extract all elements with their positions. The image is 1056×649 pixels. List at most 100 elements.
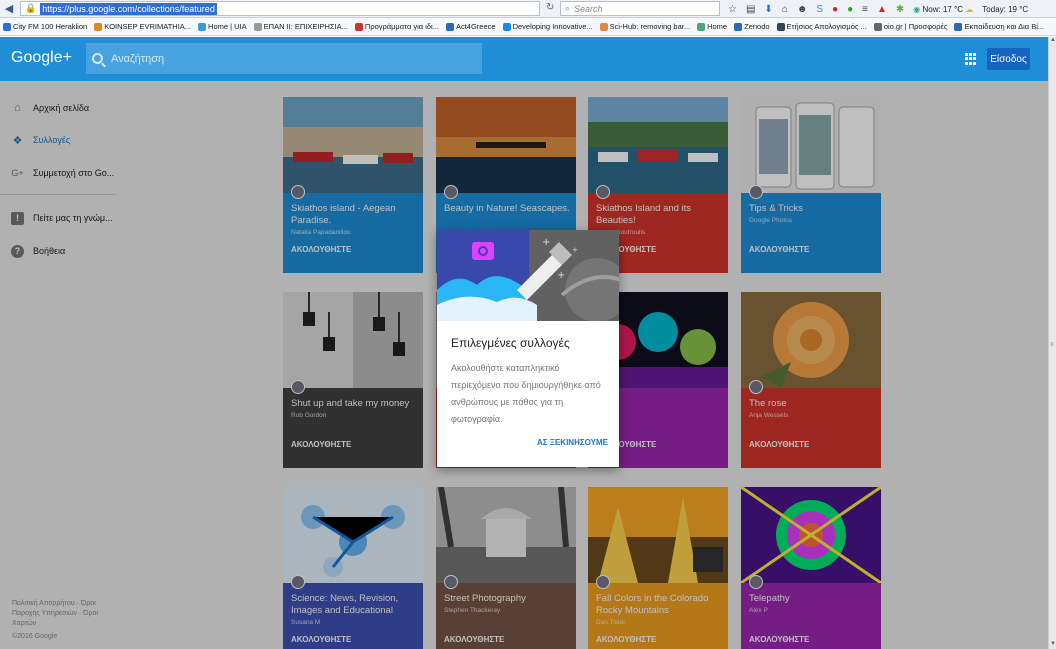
home-icon[interactable]: ⌂ [782, 4, 788, 15]
follow-button[interactable]: ΑΚΟΛΟΥΘΗΣΤΕ [291, 635, 351, 644]
scroll-grip-icon[interactable]: ≡ [1050, 342, 1054, 348]
bookmark-item[interactable]: Sci-Hub: removing bar... [599, 22, 690, 31]
page-scrollbar[interactable]: ▲ ≡ ▼ [1048, 37, 1056, 649]
collection-title[interactable]: Skiathos island - Aegean Paradise. [291, 203, 417, 227]
collection-cover-image[interactable] [741, 292, 881, 388]
collection-card[interactable]: Science: News, Revision, Images and Educ… [283, 487, 423, 649]
warning-icon[interactable]: ▲ [877, 4, 887, 15]
collection-card-body: Street Photography Stephen Thackeray ΑΚΟΛΟ… [436, 583, 576, 649]
bookmark-item[interactable]: City FM 100 Heraklion [3, 22, 87, 31]
search-box[interactable] [86, 43, 482, 74]
collection-cover-image[interactable] [436, 97, 576, 193]
url-bar[interactable]: 🔒 https://plus.google.com/collections/fe… [20, 1, 540, 16]
sidebar-item-collections[interactable]: ❖ Συλλογές [0, 125, 118, 155]
browser-search-bar[interactable]: ⌕ Search [560, 1, 720, 16]
bookmark-item[interactable]: Ετήσιος Απολογισμός ... [776, 22, 867, 31]
footer-legal-links[interactable]: Πολιτική Απορρήτου · Όροι Παροχής Υπηρεσ… [12, 599, 112, 629]
collection-card[interactable]: Tips & Tricks Google Photos ΑΚΟΛΟΥΘΗΣΤΕ [741, 97, 881, 273]
collection-author[interactable]: Alex P [749, 607, 768, 614]
collection-title[interactable]: Science: News, Revision, Images and Educ… [291, 593, 417, 617]
chat-icon[interactable]: ☻ [797, 4, 808, 15]
avatar[interactable] [596, 575, 610, 589]
collection-author[interactable]: Natalia Papadaniilou [291, 229, 351, 236]
collection-title[interactable]: Skiathos Island and its Beauties! [596, 203, 722, 227]
bookmark-item[interactable]: Act4Greece [445, 22, 496, 31]
follow-button[interactable]: ΑΚΟΛΟΥΘΗΣΤΕ [291, 245, 351, 254]
puzzle-icon[interactable]: ✱ [896, 4, 904, 15]
signin-button[interactable]: Είσοδος [987, 48, 1030, 70]
collection-author[interactable]: Google Photos [749, 217, 792, 224]
follow-button[interactable]: ΑΚΟΛΟΥΘΗΣΤΕ [291, 440, 351, 449]
collection-cover-image[interactable] [588, 487, 728, 583]
collection-author[interactable]: Dan Tisler [596, 619, 625, 626]
google-plus-logo[interactable]: Google+ [11, 49, 72, 67]
collection-title[interactable]: Fall Colors in the Colorado Rocky Mounta… [596, 593, 722, 617]
avatar[interactable] [749, 380, 763, 394]
collection-cover-image[interactable] [741, 487, 881, 583]
collection-cover-image[interactable] [588, 97, 728, 193]
sidebar-item-help[interactable]: ? Βοήθεια [0, 236, 118, 266]
clipboard-icon[interactable]: ▤ [746, 4, 755, 15]
bookmark-item[interactable]: Εκπαίδευση και Δια Βί... [954, 22, 1044, 31]
skype-icon[interactable]: S [816, 4, 823, 15]
get-started-button[interactable]: ΑΣ ΞΕΚΙΝΗΣΟΥΜΕ [537, 438, 608, 447]
sidebar-item-join[interactable]: G+ Συμμετοχή στο Go... [0, 158, 118, 188]
collection-title[interactable]: Shut up and take my money [291, 398, 417, 410]
avatar[interactable] [291, 380, 305, 394]
avatar[interactable] [291, 185, 305, 199]
reload-icon[interactable]: ↻ [546, 2, 554, 13]
bookmark-item[interactable]: Developing Innovative... [502, 22, 593, 31]
collection-card[interactable]: Street Photography Stephen Thackeray ΑΚΟΛΟ… [436, 487, 576, 649]
collection-card[interactable]: The rose Anja Wessels ΑΚΟΛΟΥΘΗΣΤΕ [741, 292, 881, 468]
collection-cover-image[interactable] [283, 292, 423, 388]
collection-title[interactable]: Telepathy [749, 593, 875, 605]
bookmark-item[interactable]: Home [697, 22, 727, 31]
extension-icon[interactable]: ● [847, 4, 853, 15]
collection-card[interactable]: Shut up and take my money Rob Gordon ΑΚΟΛΟ… [283, 292, 423, 468]
avatar[interactable] [749, 575, 763, 589]
bookmark-favicon-icon [873, 22, 882, 31]
avatar[interactable] [444, 575, 458, 589]
collection-card[interactable]: Telepathy Alex P ΑΚΟΛΟΥΘΗΣΤΕ [741, 487, 881, 649]
follow-button[interactable]: ΑΚΟΛΟΥΘΗΣΤΕ [444, 635, 504, 644]
collection-card[interactable]: Skiathos island - Aegean Paradise. Natali… [283, 97, 423, 273]
star-icon[interactable]: ☆ [728, 4, 737, 15]
collection-cover-image[interactable] [436, 487, 576, 583]
collection-author[interactable]: Susana M [291, 619, 320, 626]
follow-button[interactable]: ΑΚΟΛΟΥΘΗΣΤΕ [749, 635, 809, 644]
collection-title[interactable]: Tips & Tricks [749, 203, 875, 215]
bookmark-item[interactable]: Προγράμματα για ιδι... [354, 22, 439, 31]
collection-card[interactable]: Fall Colors in the Colorado Rocky Mounta… [588, 487, 728, 649]
bookmark-item[interactable]: oio.gr | Προσφορές [873, 22, 947, 31]
search-input[interactable] [111, 52, 411, 65]
back-icon[interactable]: ◀ [0, 1, 18, 17]
scroll-up-arrow-icon[interactable]: ▲ [1049, 37, 1056, 45]
collection-author[interactable]: Rob Gordon [291, 412, 326, 419]
collection-cover-image[interactable] [283, 487, 423, 583]
bookmark-item[interactable]: KOINSEP EVRIMATHIA... [94, 22, 191, 31]
adblock-icon[interactable]: ● [832, 4, 838, 15]
avatar[interactable] [291, 575, 305, 589]
follow-button[interactable]: ΑΚΟΛΟΥΘΗΣΤΕ [749, 245, 809, 254]
bookmark-item[interactable]: ΕΠΑΝ ΙΙ: ΕΠΙΧΕΙΡΗΣΙΑ... [253, 22, 348, 31]
apps-grid-icon[interactable] [965, 53, 977, 65]
menu-icon[interactable]: ≡ [862, 4, 868, 15]
sidebar-item-home[interactable]: ⌂ Αρχική σελίδα [0, 93, 118, 123]
sidebar-item-feedback[interactable]: ! Πείτε μας τη γνώμ... [0, 203, 118, 233]
follow-button[interactable]: ΑΚΟΛΟΥΘΗΣΤΕ [596, 635, 656, 644]
scroll-down-arrow-icon[interactable]: ▼ [1049, 641, 1056, 649]
avatar[interactable] [749, 185, 763, 199]
collection-author[interactable]: Stephen Thackeray [444, 607, 500, 614]
follow-button[interactable]: ΑΚΟΛΟΥΘΗΣΤΕ [749, 440, 809, 449]
collection-title[interactable]: Street Photography [444, 593, 570, 605]
bookmark-item[interactable]: Home | UIA [198, 22, 247, 31]
collection-author[interactable]: Anja Wessels [749, 412, 788, 419]
avatar[interactable] [596, 185, 610, 199]
avatar[interactable] [444, 185, 458, 199]
collection-cover-image[interactable] [283, 97, 423, 193]
collection-title[interactable]: Beauty in Nature! Seascapes. [444, 203, 570, 215]
bookmark-item[interactable]: Zenodo [734, 22, 770, 31]
collection-cover-image[interactable] [741, 97, 881, 193]
download-icon[interactable]: ⬇ [764, 4, 772, 15]
collection-title[interactable]: The rose [749, 398, 875, 410]
